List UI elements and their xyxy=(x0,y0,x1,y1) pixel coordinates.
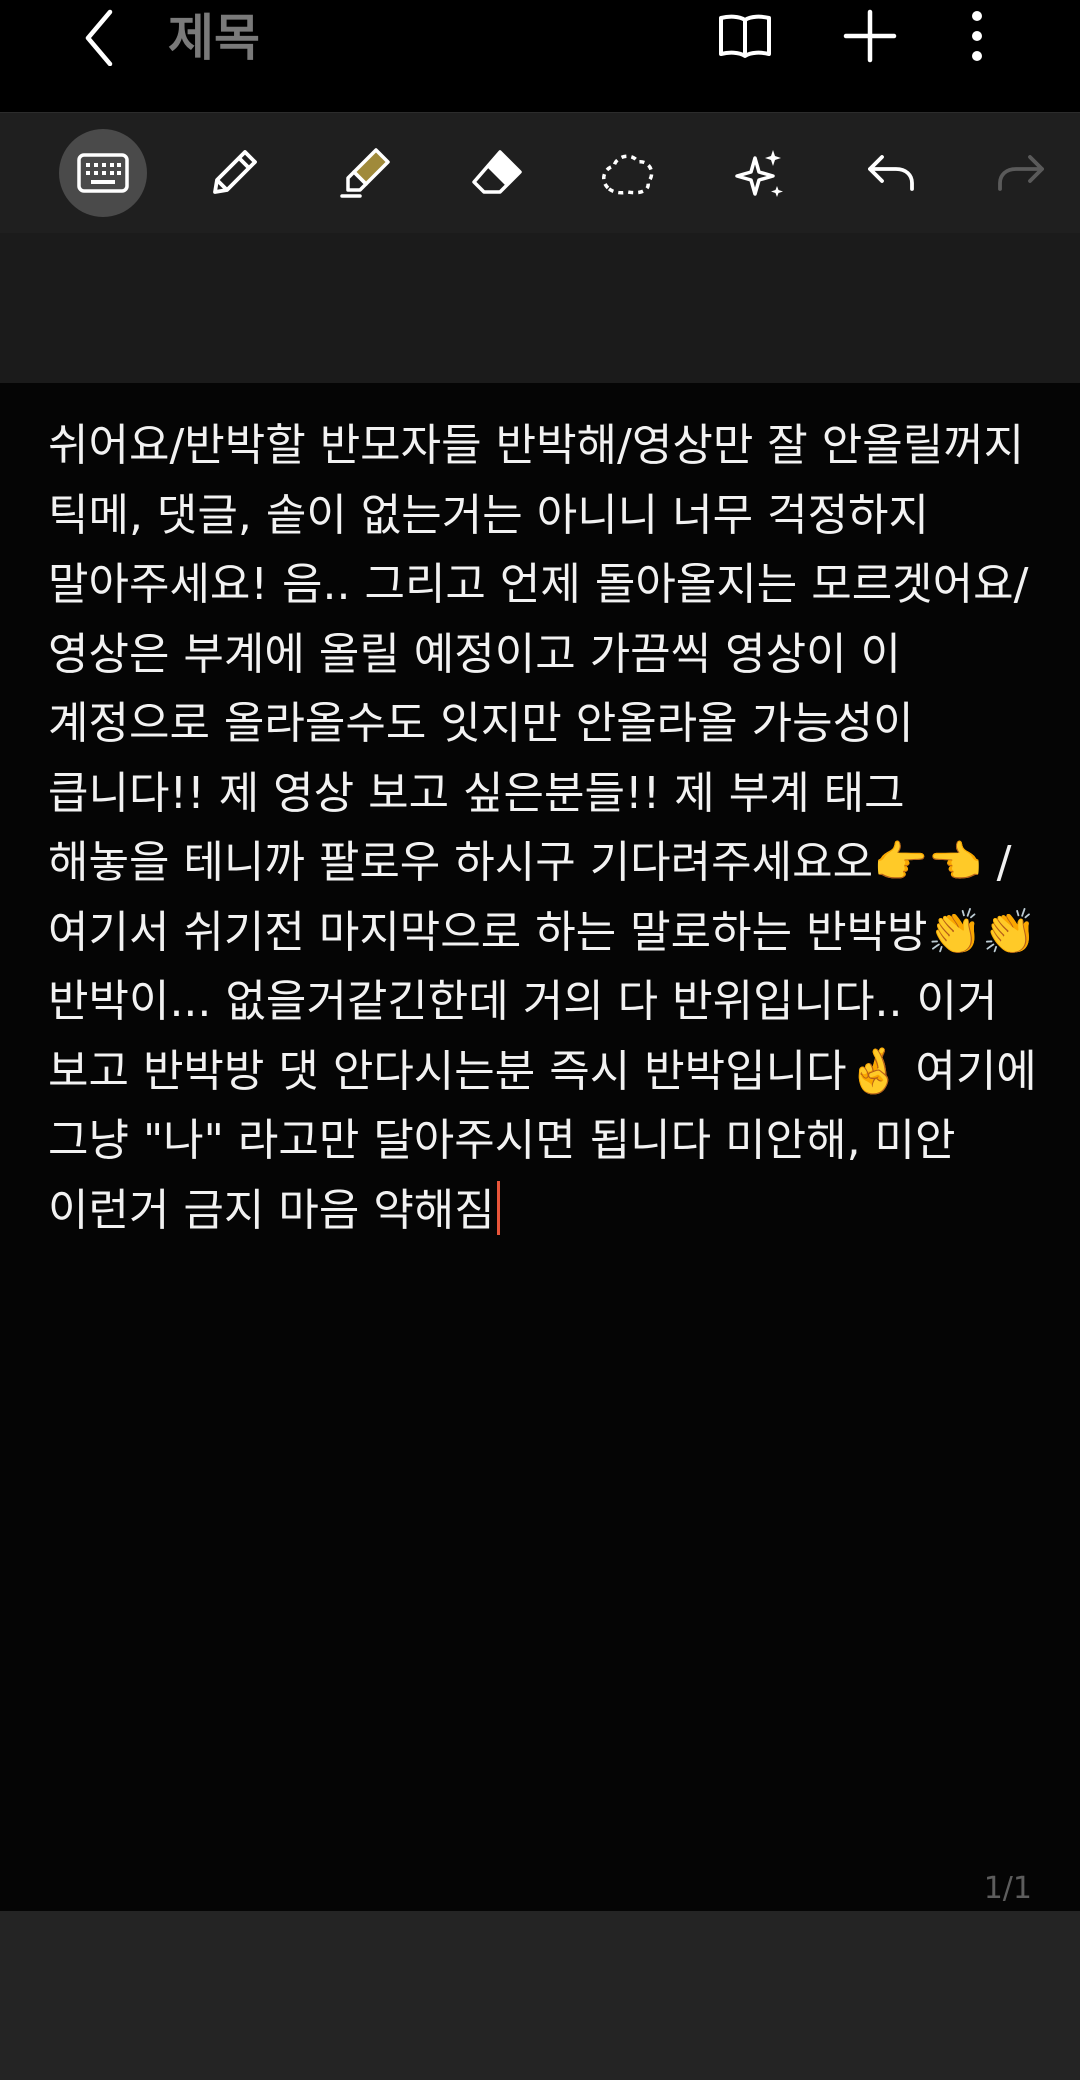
book-view-icon xyxy=(717,12,773,60)
book-view-button[interactable] xyxy=(709,0,781,72)
note-title[interactable]: 제목 xyxy=(168,4,260,72)
note-header-band xyxy=(0,233,1080,383)
eraser-tool-button[interactable] xyxy=(453,129,541,217)
highlighter-icon xyxy=(338,146,394,200)
ai-sparkle-icon xyxy=(733,146,787,200)
add-button[interactable] xyxy=(834,0,906,72)
chevron-left-icon xyxy=(80,6,120,66)
keyboard-icon xyxy=(77,153,129,193)
more-options-button[interactable] xyxy=(941,0,1013,72)
text-cursor xyxy=(496,1180,500,1235)
note-body[interactable]: 쉬어요/반박할 반모자들 반박해/영상만 잘 안올릴꺼지 틱메, 댓글, 솥이 … xyxy=(48,411,1038,1245)
back-button[interactable] xyxy=(70,0,130,72)
lasso-select-button[interactable] xyxy=(584,129,672,217)
keyboard-tool-button[interactable] xyxy=(59,129,147,217)
pen-icon xyxy=(207,146,261,200)
highlighter-tool-button[interactable] xyxy=(322,129,410,217)
eraser-icon xyxy=(470,148,524,198)
ai-assist-button[interactable] xyxy=(716,129,804,217)
more-vertical-icon xyxy=(969,10,985,62)
plus-icon xyxy=(842,8,898,64)
note-canvas[interactable]: 쉬어요/반박할 반모자들 반박해/영상만 잘 안올릴꺼지 틱메, 댓글, 솥이 … xyxy=(0,383,1080,1911)
drawing-toolbar xyxy=(0,112,1080,234)
undo-button[interactable] xyxy=(847,129,935,217)
undo-icon xyxy=(866,153,916,193)
pen-tool-button[interactable] xyxy=(190,129,278,217)
page-indicator: 1/1 xyxy=(983,1871,1032,1906)
note-body-text: 쉬어요/반박할 반모자들 반박해/영상만 잘 안올릴꺼지 틱메, 댓글, 솥이 … xyxy=(48,420,1052,1236)
bottom-panel xyxy=(0,1911,1080,2080)
lasso-select-icon xyxy=(598,148,658,198)
redo-button[interactable] xyxy=(977,129,1065,217)
top-app-bar: 제목 xyxy=(0,0,1080,112)
redo-icon xyxy=(996,153,1046,193)
